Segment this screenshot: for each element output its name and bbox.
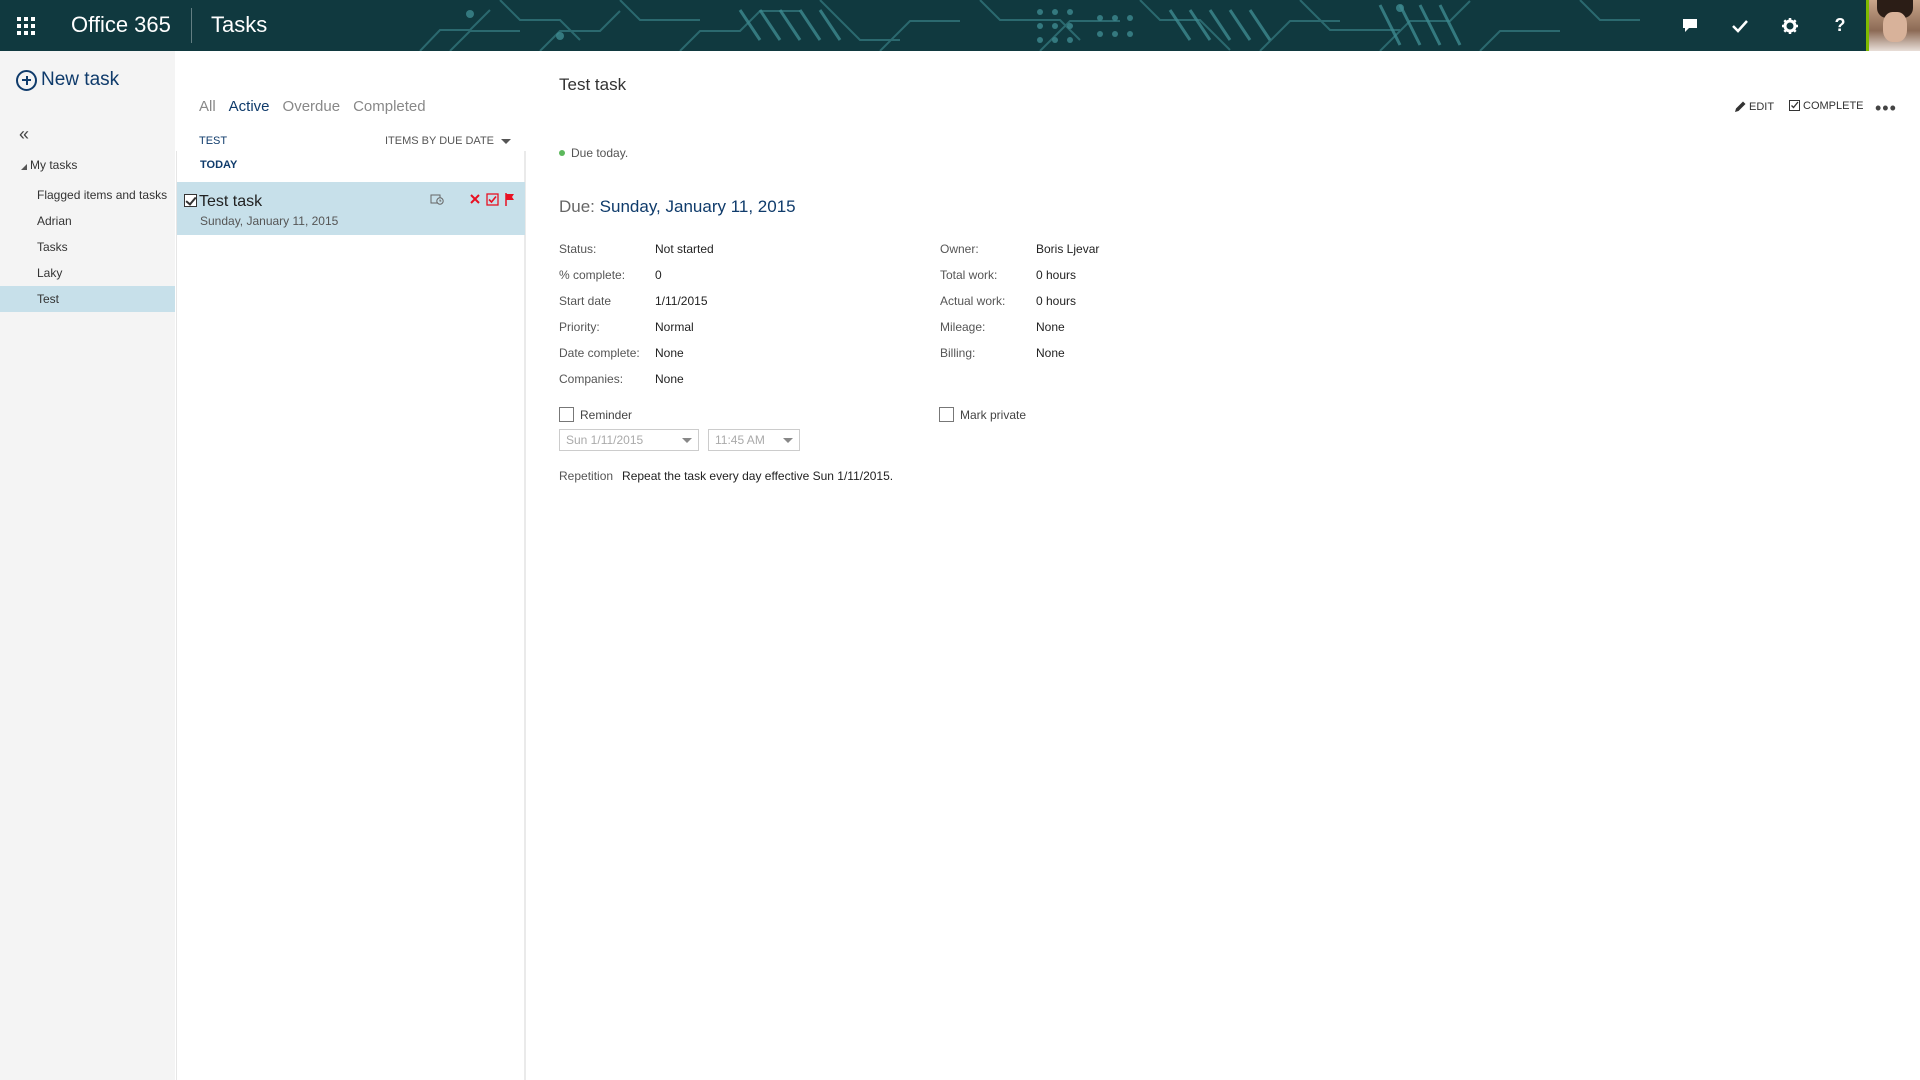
mark-private-checkbox[interactable] (939, 407, 954, 422)
folder-item-flagged[interactable]: Flagged items and tasks (0, 182, 175, 208)
reminder-time-value: 11:45 AM (715, 433, 765, 447)
circuit-banner-background (419, 0, 1920, 51)
task-checkbox[interactable] (184, 194, 197, 207)
filter-completed[interactable]: Completed (353, 98, 426, 115)
folder-list: Flagged items and tasks Adrian Tasks Lak… (0, 182, 175, 312)
move-to-folder-icon[interactable] (430, 192, 444, 206)
field-billing: Billing: None (940, 346, 1065, 360)
help-button[interactable]: ? (1815, 0, 1865, 51)
field-companies: Companies: None (559, 372, 684, 386)
repetition-info: Repetition Repeat the task every day eff… (559, 469, 893, 483)
flag-icon[interactable] (503, 192, 517, 206)
new-task-label: New task (41, 69, 120, 90)
field-owner: Owner: Boris Ljevar (940, 242, 1100, 256)
my-tasks-group[interactable]: My tasks (21, 158, 77, 172)
mark-private-label: Mark private (960, 407, 1027, 422)
settings-button[interactable] (1765, 0, 1815, 51)
top-bar: Office 365 Tasks ? (0, 0, 1920, 51)
field-start-date: Start date 1/11/2015 (559, 294, 708, 308)
sort-label: ITEMS BY DUE DATE (385, 135, 495, 147)
header-divider (191, 8, 192, 43)
filter-tabs: All Active Overdue Completed (199, 98, 426, 115)
task-row[interactable]: Test task Sunday, January 11, 2015 (177, 182, 525, 235)
gear-icon (1782, 17, 1798, 34)
repetition-value[interactable]: Repeat the task every day effective Sun … (622, 469, 893, 483)
list-folder-name: TEST (199, 135, 228, 147)
app-title[interactable]: Tasks (211, 12, 267, 38)
waffle-icon (16, 16, 35, 35)
reminder-toggle[interactable]: Reminder (559, 407, 632, 422)
field-status: Status: Not started (559, 242, 714, 256)
list-header: TEST ITEMS BY DUE DATE (176, 133, 526, 153)
task-fields-left: Status: Not started % complete: 0 Start da… (559, 236, 899, 392)
more-options-button[interactable]: ••• (1875, 98, 1897, 119)
field-percent-complete: % complete: 0 (559, 268, 662, 282)
task-details-pane: Test task EDIT COMPLETE ••• Due today. D… (528, 51, 1920, 1080)
avatar[interactable] (1866, 0, 1920, 51)
reminder-date-value: Sun 1/11/2015 (566, 433, 644, 447)
due-date-heading: Due: Sunday, January 11, 2015 (559, 197, 796, 217)
chat-button[interactable] (1665, 0, 1715, 51)
due-label: Due: (559, 197, 595, 216)
complete-button[interactable]: COMPLETE (1789, 100, 1864, 112)
due-note-text: Due today. (571, 146, 629, 160)
folder-item-test[interactable]: Test (0, 286, 175, 312)
field-date-complete: Date complete: None (559, 346, 684, 360)
due-today-notice: Due today. (559, 146, 628, 160)
repetition-label: Repetition (559, 469, 614, 483)
checkmark-icon (1732, 19, 1748, 33)
complete-label: COMPLETE (1803, 100, 1864, 112)
pencil-icon (1735, 101, 1746, 112)
filter-active[interactable]: Active (229, 98, 270, 115)
field-priority: Priority: Normal (559, 320, 694, 334)
add-circle-icon (16, 69, 37, 91)
folder-item-tasks[interactable]: Tasks (0, 234, 175, 260)
reminder-date-select[interactable]: Sun 1/11/2015 (559, 429, 699, 451)
field-total-work: Total work: 0 hours (940, 268, 1077, 282)
chevron-down-icon (682, 438, 692, 443)
folder-pane: New task « My tasks Flagged items and ta… (0, 51, 175, 1080)
edit-button[interactable]: EDIT (1734, 100, 1774, 113)
help-icon: ? (1834, 15, 1846, 35)
mark-complete-icon[interactable] (485, 192, 499, 206)
chevron-down-icon (783, 438, 793, 443)
due-value: Sunday, January 11, 2015 (599, 197, 796, 216)
brand-title[interactable]: Office 365 (71, 12, 171, 38)
new-task-button[interactable]: New task (16, 69, 119, 91)
filter-all[interactable]: All (199, 98, 216, 115)
chat-icon (1683, 19, 1697, 32)
reminder-checkbox[interactable] (559, 407, 574, 422)
field-mileage: Mileage: None (940, 320, 1065, 334)
filter-overdue[interactable]: Overdue (283, 98, 341, 115)
reminder-label: Reminder (580, 407, 633, 422)
chevron-down-icon (501, 138, 512, 144)
expand-triangle-icon (21, 164, 27, 170)
sort-dropdown[interactable]: ITEMS BY DUE DATE (385, 135, 512, 147)
reminder-time-select[interactable]: 11:45 AM (708, 429, 800, 451)
tasks-button[interactable] (1715, 0, 1765, 51)
status-dot-icon (559, 150, 565, 156)
group-header-today: TODAY (200, 159, 238, 171)
edit-label: EDIT (1749, 100, 1775, 113)
task-fields-right: Owner: Boris Ljevar Total work: 0 hours Ac… (940, 236, 1280, 366)
delete-icon[interactable] (468, 192, 482, 206)
checkbox-complete-icon (1789, 100, 1800, 111)
my-tasks-label: My tasks (30, 158, 78, 172)
task-due-date: Sunday, January 11, 2015 (200, 214, 339, 228)
folder-item-adrian[interactable]: Adrian (0, 208, 175, 234)
field-actual-work: Actual work: 0 hours (940, 294, 1077, 308)
collapse-pane-button[interactable]: « (19, 124, 29, 145)
folder-item-laky[interactable]: Laky (0, 260, 175, 286)
mark-private-toggle[interactable]: Mark private (939, 407, 1026, 422)
task-title: Test task (199, 193, 263, 210)
task-detail-title: Test task (559, 75, 627, 94)
task-list: TODAY Test task Sunday, January 11, 2015 (176, 151, 526, 1080)
task-list-pane: All Active Overdue Completed TEST ITEMS … (176, 51, 526, 1080)
app-launcher-button[interactable] (0, 0, 51, 51)
